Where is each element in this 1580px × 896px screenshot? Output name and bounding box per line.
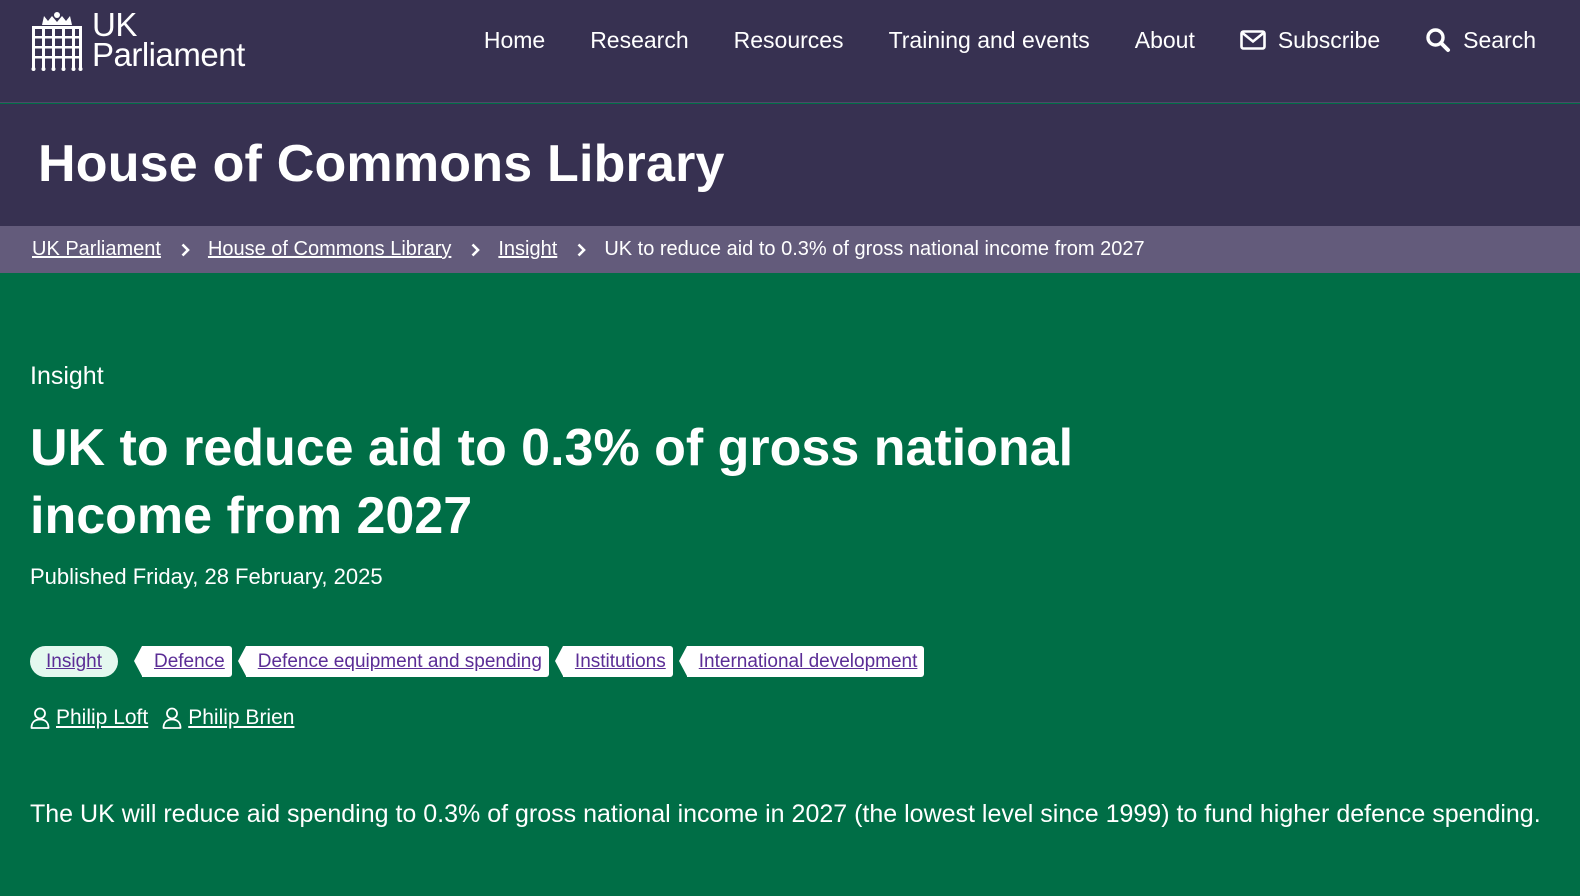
topic-tags: Insight Defence Defence equipment and sp…	[30, 646, 938, 677]
nav-home-label: Home	[483, 27, 546, 53]
author-link[interactable]: Philip Loft	[30, 706, 148, 730]
site-title: House of Commons Library	[38, 135, 725, 193]
nav-resources[interactable]: Resources	[734, 23, 844, 57]
nav-training-and-events[interactable]: Training and events	[889, 23, 1090, 57]
uk-parliament-logo[interactable]: UK Parliament	[30, 8, 245, 73]
authors: Philip Loft Philip Brien	[30, 706, 308, 730]
content-type-label: Insight	[30, 362, 104, 390]
nav-search[interactable]: Search	[1425, 23, 1536, 57]
tag-international-development[interactable]: International development	[678, 646, 925, 677]
nav-search-label: Search	[1463, 27, 1536, 53]
chevron-right-icon	[471, 243, 481, 256]
tag-defence-equipment-and-spending[interactable]: Defence equipment and spending	[237, 646, 549, 677]
breadcrumb-insight[interactable]: Insight	[498, 238, 557, 261]
logo-text: UK Parliament	[92, 8, 245, 73]
published-date: Published Friday, 28 February, 2025	[30, 564, 383, 589]
author-link[interactable]: Philip Brien	[162, 706, 294, 730]
person-icon	[162, 707, 182, 729]
tag-defence[interactable]: Defence	[134, 646, 232, 677]
breadcrumb-current: UK to reduce aid to 0.3% of gross nation…	[604, 238, 1145, 260]
portcullis-icon	[30, 10, 84, 72]
nav-resources-label: Resources	[733, 27, 844, 53]
nav-home[interactable]: Home	[484, 23, 545, 57]
nav-subscribe[interactable]: Subscribe	[1240, 23, 1380, 57]
envelope-icon	[1240, 30, 1266, 50]
logo-line-2: Parliament	[92, 36, 245, 73]
chevron-right-icon	[181, 243, 190, 256]
chevron-right-icon	[577, 243, 587, 256]
breadcrumb-house-of-commons-library[interactable]: House of Commons Library	[208, 238, 451, 261]
nav-research-label: Research	[590, 27, 689, 53]
author-name: Philip Brien	[188, 706, 295, 729]
search-icon	[1426, 28, 1451, 52]
nav-subscribe-label: Subscribe	[1277, 27, 1381, 53]
nav-about[interactable]: About	[1135, 23, 1195, 57]
site-header: House of Commons Library	[0, 104, 1580, 226]
top-navigation: UK Parliament Home Research Resources Tr…	[0, 0, 1580, 103]
article-lede: The UK will reduce aid spending to 0.3% …	[30, 800, 1541, 828]
nav-research[interactable]: Research	[590, 23, 688, 57]
main-nav: Home Research Resources Training and eve…	[439, 23, 1536, 57]
tag-institutions[interactable]: Institutions	[554, 646, 673, 677]
breadcrumb: UK Parliament House of Commons Library I…	[0, 226, 1580, 273]
author-name: Philip Loft	[56, 706, 149, 729]
breadcrumb-uk-parliament[interactable]: UK Parliament	[32, 238, 161, 261]
article-title: UK to reduce aid to 0.3% of gross nation…	[30, 419, 1074, 545]
nav-about-label: About	[1134, 27, 1195, 53]
tag-insight[interactable]: Insight	[30, 646, 118, 677]
nav-training-label: Training and events	[888, 27, 1090, 53]
person-icon	[30, 707, 50, 729]
